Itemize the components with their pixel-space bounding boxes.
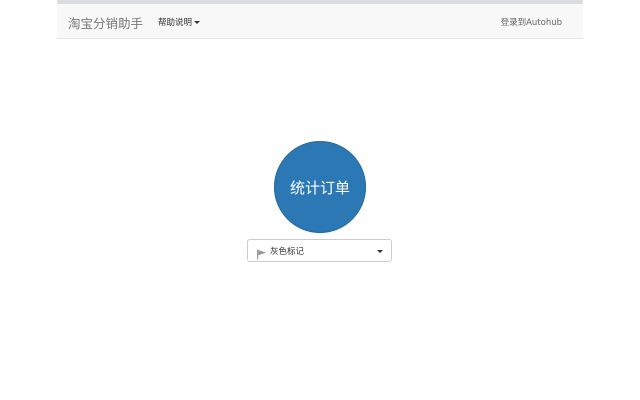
navbar: 淘宝分销助手 帮助说明 登录到Autohub — [57, 4, 583, 39]
count-orders-label: 统计订单 — [289, 178, 350, 197]
help-menu-label: 帮助说明 — [158, 18, 193, 28]
brand-title[interactable]: 淘宝分销助手 — [68, 13, 143, 32]
mark-select-value: 灰色标记 — [270, 246, 305, 257]
mark-color-select[interactable]: 灰色标记 — [247, 239, 392, 262]
select-caret-down-icon — [377, 250, 383, 253]
caret-down-icon — [194, 20, 201, 24]
flag-icon — [256, 245, 267, 260]
help-menu-dropdown[interactable]: 帮助说明 — [158, 16, 201, 28]
app-page: 淘宝分销助手 帮助说明 登录到Autohub 统计订单 灰色标记 — [0, 0, 640, 400]
count-orders-button[interactable]: 统计订单 — [274, 141, 366, 233]
login-link[interactable]: 登录到Autohub — [501, 16, 562, 28]
